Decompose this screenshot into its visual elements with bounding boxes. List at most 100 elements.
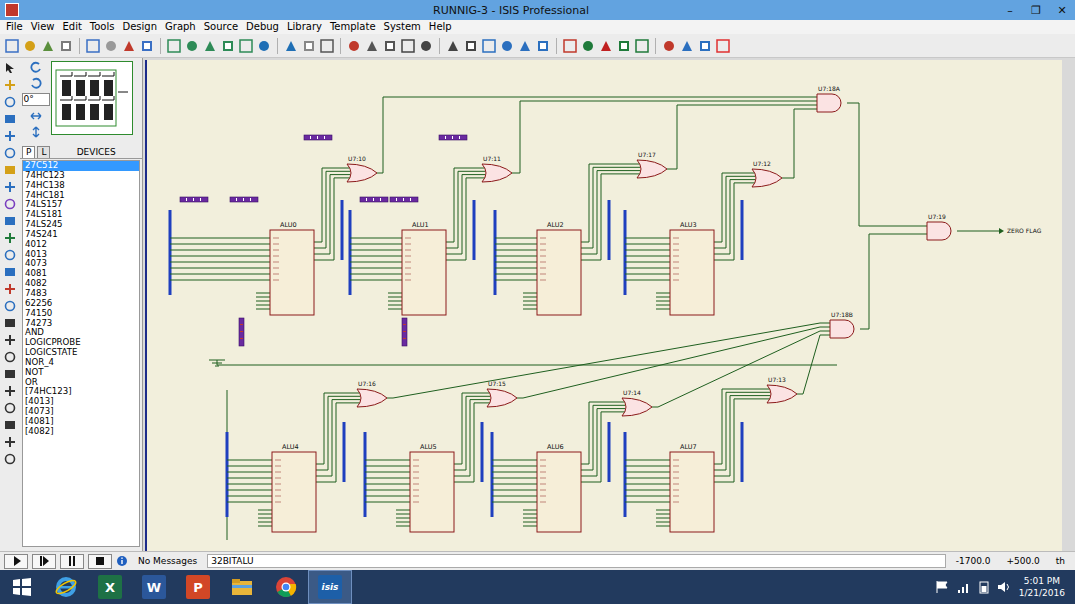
mirror-vertical-icon[interactable] [30,126,42,138]
tool-icon[interactable] [58,38,74,54]
taskbar-app[interactable]: isis [308,570,352,604]
taskbar-app[interactable] [44,570,88,604]
device-item[interactable]: 74LS181 [23,210,139,220]
simulation-button[interactable] [32,554,56,569]
device-item[interactable]: [4013] [23,397,139,407]
device-item[interactable]: 7483 [23,289,139,299]
panel-tab[interactable]: L [37,146,50,158]
tool-icon[interactable] [103,38,119,54]
taskbar-app[interactable]: W [132,570,176,604]
tool-icon[interactable] [202,38,218,54]
mirror-horizontal-icon[interactable] [30,110,42,122]
mode-icon[interactable] [4,147,16,159]
device-item[interactable]: 4073 [23,259,139,269]
tool-icon[interactable] [4,38,20,54]
mode-icon[interactable] [4,198,16,210]
menu-item[interactable]: System [380,20,425,34]
tool-icon[interactable] [616,38,632,54]
tool-icon[interactable] [715,38,731,54]
device-item[interactable]: AND [23,328,139,338]
taskbar-app[interactable]: X [88,570,132,604]
menu-item[interactable]: Graph [161,20,200,34]
device-item[interactable]: 74150 [23,309,139,319]
tool-icon[interactable] [256,38,272,54]
mode-icon[interactable] [4,317,16,329]
mode-icon[interactable] [4,300,16,312]
device-item[interactable]: [74HC123] [23,387,139,397]
mode-icon[interactable] [4,453,16,465]
tool-icon[interactable] [562,38,578,54]
taskbar-app[interactable] [264,570,308,604]
mode-icon[interactable] [4,249,16,261]
device-item[interactable]: 27C512 [23,161,139,171]
rotation-field[interactable]: 0° [22,93,50,106]
tool-icon[interactable] [580,38,596,54]
clock[interactable]: 5:01 PM1/21/2016 [1019,575,1065,599]
mode-icon[interactable] [4,79,16,91]
simulation-button[interactable] [88,554,112,569]
tool-icon[interactable] [445,38,461,54]
tool-icon[interactable] [499,38,515,54]
mode-icon[interactable] [4,368,16,380]
device-item[interactable]: [4081] [23,417,139,427]
rotate-ccw-icon[interactable] [30,77,42,89]
mode-icon[interactable] [4,62,16,74]
window-control[interactable]: – [997,4,1023,17]
volume-icon[interactable] [997,580,1011,594]
device-item[interactable]: [4073] [23,407,139,417]
mode-icon[interactable] [4,181,16,193]
tool-icon[interactable] [40,38,56,54]
device-item[interactable]: NOR_4 [23,358,139,368]
tool-icon[interactable] [634,38,650,54]
tool-icon[interactable] [400,38,416,54]
mode-icon[interactable] [4,351,16,363]
tool-icon[interactable] [22,38,38,54]
device-item[interactable]: 74HC181 [23,191,139,201]
tool-icon[interactable] [535,38,551,54]
menu-item[interactable]: Template [326,20,380,34]
panel-tab[interactable]: P [22,146,35,158]
tool-icon[interactable] [661,38,677,54]
tool-icon[interactable] [598,38,614,54]
battery-icon[interactable] [979,580,989,594]
device-item[interactable]: 62256 [23,299,139,309]
device-item[interactable]: 74HC138 [23,181,139,191]
tool-icon[interactable] [697,38,713,54]
mode-icon[interactable] [4,215,16,227]
device-item[interactable]: 74S241 [23,230,139,240]
device-item[interactable]: 74LS245 [23,220,139,230]
menu-item[interactable]: File [2,20,27,34]
tool-icon[interactable] [346,38,362,54]
tool-icon[interactable] [679,38,695,54]
tool-icon[interactable] [283,38,299,54]
simulation-button[interactable] [60,554,84,569]
device-item[interactable]: 74273 [23,319,139,329]
menu-item[interactable]: Edit [58,20,85,34]
mode-icon[interactable] [4,283,16,295]
tool-icon[interactable] [184,38,200,54]
flag-icon[interactable] [935,580,949,594]
tool-icon[interactable] [301,38,317,54]
tool-icon[interactable] [238,38,254,54]
menu-item[interactable]: Help [425,20,456,34]
device-item[interactable]: LOGICPROBE [23,338,139,348]
menu-item[interactable]: Library [283,20,326,34]
tool-icon[interactable] [319,38,335,54]
tool-icon[interactable] [85,38,101,54]
device-item[interactable]: 74LS157 [23,200,139,210]
taskbar-app[interactable] [0,570,44,604]
tool-icon[interactable] [382,38,398,54]
device-item[interactable]: NOT [23,368,139,378]
menu-item[interactable]: Tools [86,20,119,34]
tool-icon[interactable] [121,38,137,54]
tool-icon[interactable] [139,38,155,54]
taskbar-app[interactable]: P [176,570,220,604]
taskbar-app[interactable] [220,570,264,604]
device-item[interactable]: [4082] [23,427,139,437]
mode-icon[interactable] [4,96,16,108]
tool-icon[interactable] [463,38,479,54]
tool-icon[interactable] [364,38,380,54]
mode-icon[interactable] [4,436,16,448]
device-item[interactable]: 4082 [23,279,139,289]
tool-icon[interactable] [166,38,182,54]
